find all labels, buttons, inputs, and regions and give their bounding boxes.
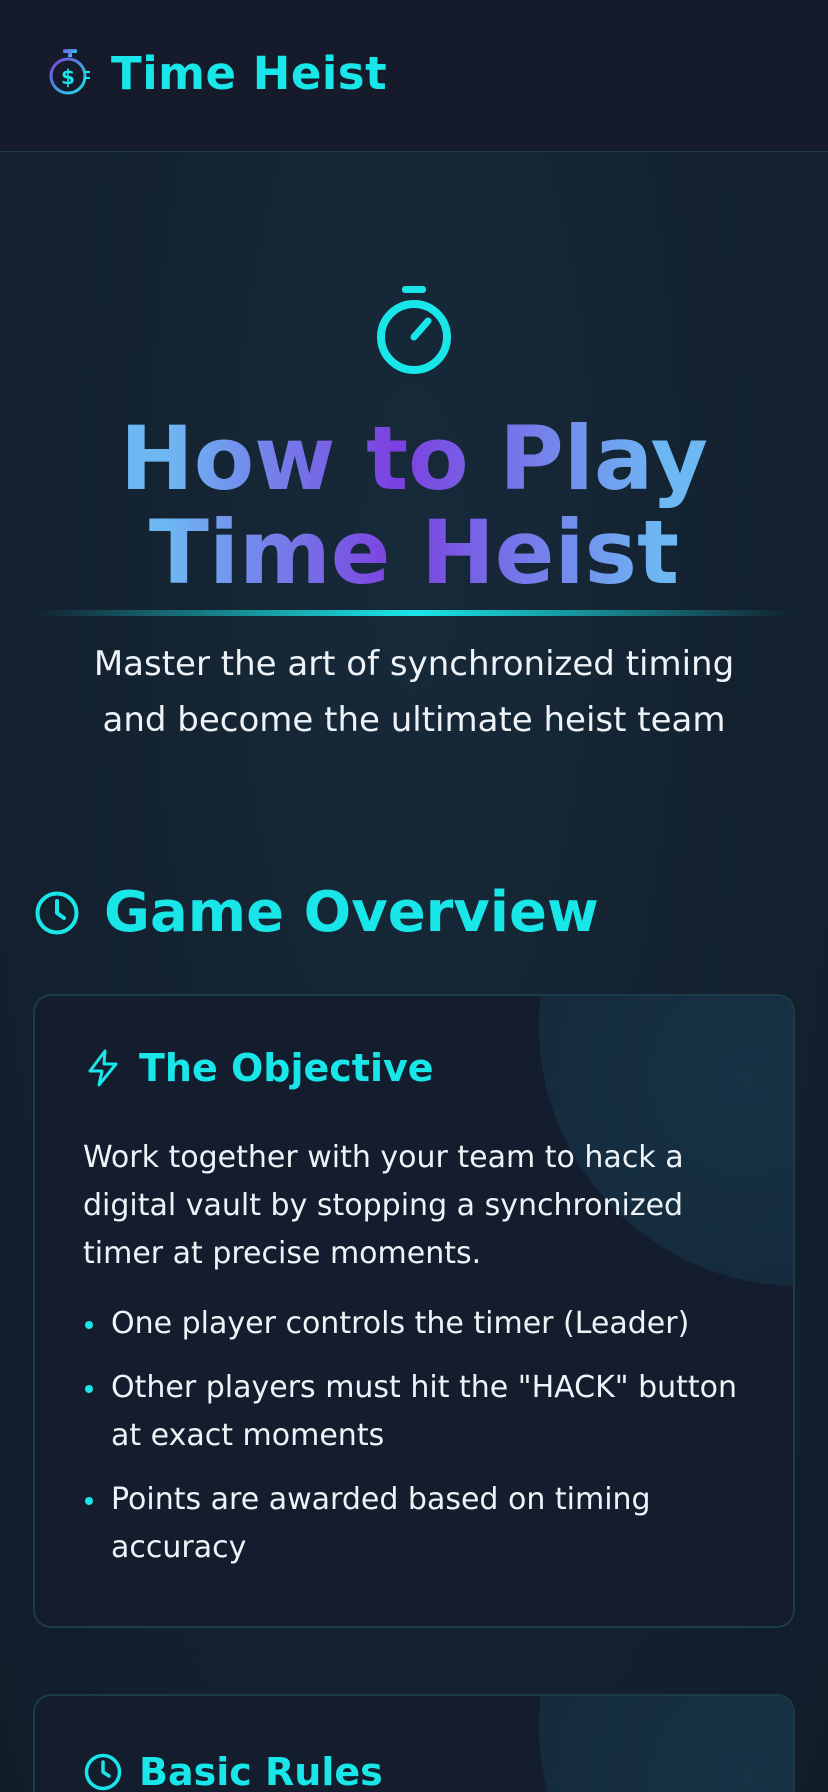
- lightning-icon: [88, 1049, 118, 1087]
- clock-icon: [35, 891, 79, 935]
- app-header: $ Time Heist: [0, 0, 828, 152]
- section-heading-game-overview: Game Overview: [34, 878, 599, 948]
- card-title: The Objective: [139, 1046, 434, 1090]
- hero-title: How to Play Time Heist: [0, 412, 828, 600]
- hero-divider: [34, 610, 794, 616]
- svg-text:$: $: [61, 65, 75, 89]
- list-item: One player controls the timer (Leader): [83, 1300, 763, 1348]
- card-title: Basic Rules: [139, 1750, 383, 1792]
- page: $ Time Heist How to Play Time Heist Mast…: [0, 0, 828, 1792]
- objective-card: The Objective Work together with your te…: [33, 994, 795, 1628]
- clock-icon: [84, 1753, 122, 1791]
- card-description: Work together with your team to hack a d…: [83, 1140, 684, 1271]
- app-title[interactable]: Time Heist: [111, 46, 387, 102]
- hero-title-line2: Time Heist: [148, 501, 680, 604]
- card-header: Basic Rules: [83, 1748, 383, 1792]
- hero-subtitle: Master the art of synchronized timing an…: [93, 644, 735, 740]
- list-item: Other players must hit the "HACK" button…: [83, 1364, 763, 1460]
- section-title: Game Overview: [104, 880, 599, 945]
- hero-title-line1: How to Play: [120, 407, 708, 510]
- basic-rules-card: Basic Rules: [33, 1694, 795, 1792]
- list-item: Points are awarded based on timing accur…: [83, 1476, 763, 1572]
- stopwatch-dollar-icon[interactable]: $: [48, 48, 92, 96]
- objective-list: One player controls the timer (Leader) O…: [83, 1300, 763, 1588]
- stopwatch-icon: [374, 282, 454, 374]
- card-header: The Objective: [83, 1044, 434, 1092]
